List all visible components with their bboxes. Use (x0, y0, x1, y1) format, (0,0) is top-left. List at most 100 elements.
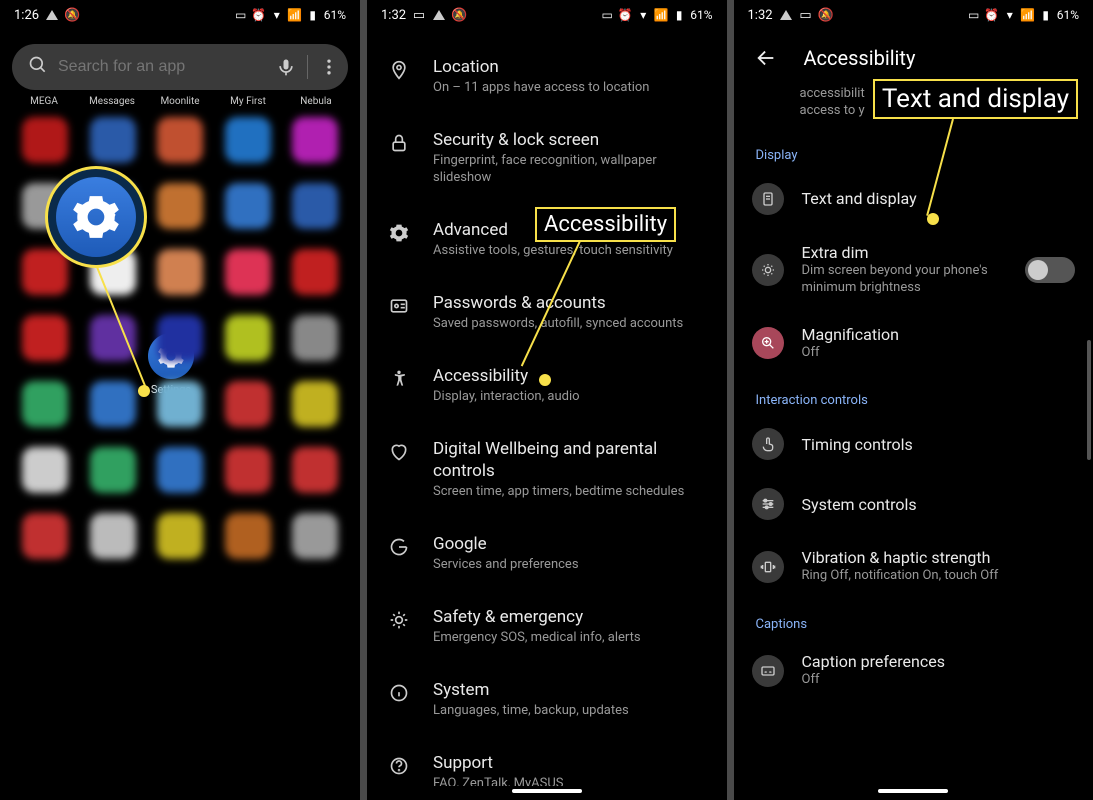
item-sub: Saved passwords, autofill, synced accoun… (433, 316, 711, 333)
app-tile[interactable] (90, 315, 136, 361)
app-tile[interactable] (157, 381, 203, 427)
app-tile[interactable] (90, 513, 136, 559)
app-tile[interactable] (225, 183, 271, 229)
section-header-captions: Captions (734, 599, 1093, 638)
search-bar[interactable] (12, 44, 348, 90)
item-sub: FAQ, ZenTalk, MyASUS (433, 776, 711, 786)
toggle[interactable] (1025, 257, 1075, 283)
dnd-icon: 🔕 (452, 8, 466, 22)
a11y-item-caption[interactable]: Caption preferences Off (734, 638, 1093, 703)
app-tile[interactable] (157, 249, 203, 295)
item-title: Magnification (802, 325, 1076, 344)
signal-icon: 📶 (288, 8, 302, 22)
accessibility-icon (387, 367, 411, 391)
app-tile[interactable] (292, 513, 338, 559)
app-tile[interactable] (157, 315, 203, 361)
settings-item-location[interactable]: Location On – 11 apps have access to loc… (367, 40, 727, 113)
help-icon (387, 754, 411, 778)
app-tile[interactable] (22, 117, 68, 163)
brightness-icon (752, 254, 784, 286)
app-tile[interactable] (157, 117, 203, 163)
search-input[interactable] (58, 58, 265, 76)
app-tile[interactable] (292, 447, 338, 493)
settings-item-google[interactable]: Google Services and preferences (367, 517, 727, 590)
alarm-icon: ⏰ (985, 8, 999, 22)
a11y-item-zoom[interactable]: Magnification Off (734, 311, 1093, 376)
settings-item-emergency[interactable]: Safety & emergency Emergency SOS, medica… (367, 590, 727, 663)
text-icon (752, 183, 784, 215)
status-bar: 1:26 🔕 ▭ ⏰ ▾ 📶 ▮ 61% (0, 0, 360, 30)
app-tile[interactable] (225, 447, 271, 493)
app-tile[interactable] (157, 447, 203, 493)
app-tile[interactable] (292, 183, 338, 229)
app-tile[interactable] (225, 315, 271, 361)
signal-icon: 📶 (1021, 8, 1035, 22)
zoom-icon (752, 327, 784, 359)
a11y-item-touch[interactable]: Timing controls (734, 414, 1093, 474)
app-tile[interactable] (90, 117, 136, 163)
item-sub: Fingerprint, face recognition, wallpaper… (433, 153, 711, 187)
app-tile[interactable] (225, 249, 271, 295)
account-icon (387, 294, 411, 318)
app-tile[interactable] (22, 447, 68, 493)
a11y-item-vibrate[interactable]: Vibration & haptic strength Ring Off, no… (734, 534, 1093, 599)
app-tile[interactable] (292, 117, 338, 163)
back-icon[interactable] (748, 40, 784, 76)
app-row (0, 437, 360, 503)
mic-icon[interactable] (275, 49, 297, 85)
app-tile[interactable] (225, 117, 271, 163)
caption-icon (752, 655, 784, 687)
app-tile[interactable] (157, 183, 203, 229)
item-sub: Emergency SOS, medical info, alerts (433, 630, 711, 647)
settings-item-heart[interactable]: Digital Wellbeing and parental controls … (367, 422, 727, 517)
settings-item-info[interactable]: System Languages, time, backup, updates (367, 663, 727, 736)
image-icon: ▭ (799, 8, 813, 22)
app-tile[interactable] (90, 447, 136, 493)
heart-icon (387, 440, 411, 464)
nav-bar[interactable] (367, 786, 727, 800)
item-title: Vibration & haptic strength (802, 548, 1076, 567)
item-sub: Ring Off, notification On, touch Off (802, 568, 1076, 585)
status-time: 1:26 (14, 8, 39, 23)
gear-icon (71, 192, 121, 242)
settings-list[interactable]: Location On – 11 apps have access to loc… (367, 30, 727, 786)
dnd-icon: 🔕 (65, 8, 79, 22)
app-tile[interactable] (22, 315, 68, 361)
wifi-icon: ▾ (636, 8, 650, 22)
scrollbar[interactable] (1087, 340, 1091, 460)
alert-icon (45, 8, 59, 22)
app-tile[interactable] (22, 249, 68, 295)
location-icon (387, 58, 411, 82)
a11y-item-tune[interactable]: System controls (734, 474, 1093, 534)
section-header-interaction: Interaction controls (734, 375, 1093, 414)
more-icon[interactable] (318, 49, 340, 85)
wifi-icon: ▾ (270, 8, 284, 22)
app-tile[interactable] (22, 381, 68, 427)
app-tile[interactable] (157, 513, 203, 559)
app-tile[interactable] (292, 381, 338, 427)
app-tile[interactable] (225, 513, 271, 559)
a11y-item-brightness[interactable]: Extra dim Dim screen beyond your phone's… (734, 229, 1093, 311)
signal-icon: 📶 (654, 8, 668, 22)
app-tile[interactable] (225, 381, 271, 427)
app-tile[interactable] (292, 249, 338, 295)
accessibility-header: Accessibility (734, 30, 1093, 86)
app-tile[interactable] (22, 513, 68, 559)
app-grid[interactable]: Settings (0, 107, 360, 800)
item-sub: Display, interaction, audio (433, 389, 711, 406)
item-sub: Off (802, 345, 1076, 362)
item-title: Timing controls (802, 435, 1076, 454)
alert-icon (779, 8, 793, 22)
a11y-item-text[interactable]: Text and display (734, 169, 1093, 229)
settings-item-lock[interactable]: Security & lock screen Fingerprint, face… (367, 113, 727, 203)
accessibility-callout: Accessibility (535, 207, 676, 242)
nav-bar[interactable] (734, 786, 1093, 800)
info-icon (387, 681, 411, 705)
battery-icon: ▮ (1039, 8, 1053, 22)
settings-item-help[interactable]: Support FAQ, ZenTalk, MyASUS (367, 736, 727, 786)
item-title: Accessibility (433, 365, 711, 387)
app-tile[interactable] (292, 315, 338, 361)
a11y-list[interactable]: Display Text and display Extra dim Dim s… (734, 120, 1093, 786)
image-icon: ▭ (412, 8, 426, 22)
app-tile[interactable] (90, 381, 136, 427)
